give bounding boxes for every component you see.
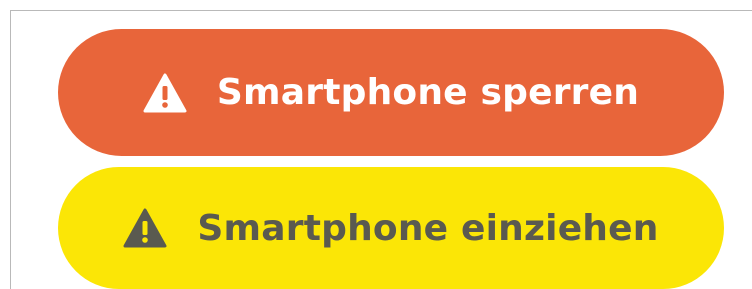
lock-smartphone-label: Smartphone sperren [216, 72, 640, 113]
warning-icon [143, 73, 187, 113]
confiscate-smartphone-button[interactable]: Smartphone einziehen [58, 167, 724, 289]
warning-icon [123, 208, 167, 248]
confiscate-smartphone-label: Smartphone einziehen [197, 207, 659, 249]
lock-smartphone-button[interactable]: Smartphone sperren [58, 29, 724, 156]
